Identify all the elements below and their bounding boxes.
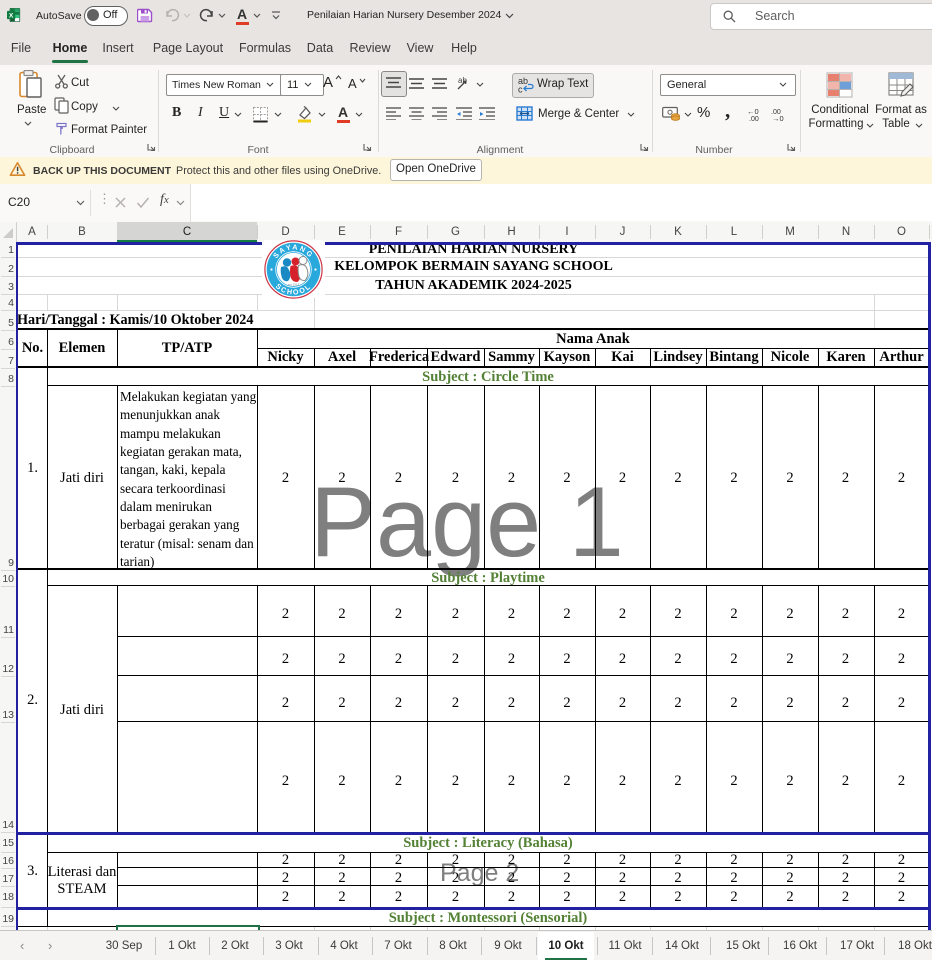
svg-text:X: X xyxy=(9,12,14,19)
svg-text:ab: ab xyxy=(458,76,467,85)
svg-text:.00: .00 xyxy=(749,116,759,121)
svg-text:c: c xyxy=(518,85,523,94)
svg-text:←0: ←0 xyxy=(747,107,759,116)
svg-text:est 2013: est 2013 xyxy=(288,283,300,287)
svg-text:→0: →0 xyxy=(772,114,784,121)
